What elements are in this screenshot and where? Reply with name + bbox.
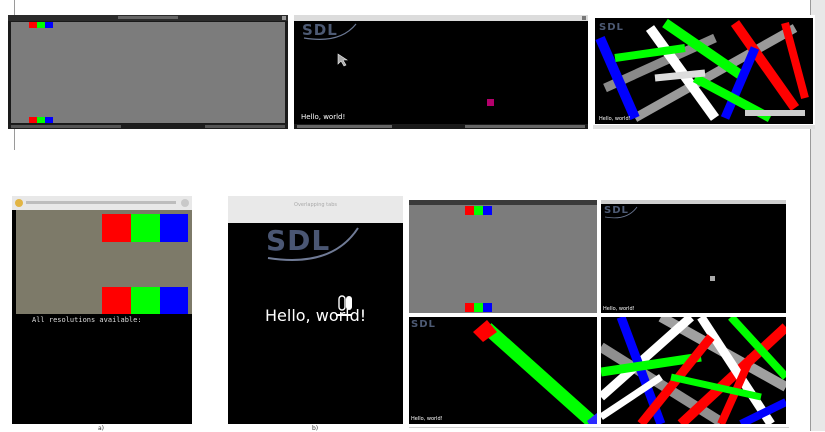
gray-canvas xyxy=(11,22,285,123)
taskbar-tray xyxy=(465,125,585,128)
switch-logo-label xyxy=(336,314,352,316)
overlay-header-text: Overlapping tabs xyxy=(294,202,337,208)
blue-swatch-top xyxy=(45,22,53,28)
red-swatch-top xyxy=(29,22,37,28)
grid-bottom-border xyxy=(409,427,789,428)
window-title-text xyxy=(26,201,176,204)
red-swatch-bottom xyxy=(29,117,37,123)
green-swatch-bottom xyxy=(474,303,483,312)
bars-drawing xyxy=(595,18,809,122)
olive-canvas xyxy=(16,210,192,314)
blue-swatch-bottom xyxy=(483,303,492,312)
bars-canvas: SDL Hello, world! xyxy=(595,18,813,124)
blue-swatch-top xyxy=(483,206,492,215)
red-swatch-bottom xyxy=(102,287,131,314)
taskbar xyxy=(8,124,288,129)
screenshot-sdl-hello: SDL Hello, world! xyxy=(294,15,588,129)
taskbar-tray xyxy=(205,125,285,128)
green-swatch-bottom xyxy=(37,117,45,123)
taskbar-items xyxy=(297,125,392,128)
window-titlebar xyxy=(409,200,597,205)
sdl-logo: SDL xyxy=(411,319,436,330)
green-swatch-top xyxy=(474,206,483,215)
switch-logo-icon xyxy=(487,99,494,106)
window-titlebar xyxy=(12,196,192,210)
resolutions-text: All resolutions available: xyxy=(32,316,142,324)
sdl-logo-swoosh xyxy=(303,23,357,40)
hello-world-text: Hello, world! xyxy=(603,306,635,312)
taskbar-items xyxy=(11,125,121,128)
window-title-text xyxy=(118,16,178,19)
screenshot-3d-bars: SDL Hello, world! xyxy=(593,15,815,129)
switch-logo-icon xyxy=(338,295,352,311)
app-icon xyxy=(15,199,23,207)
sdl-logo-swoosh xyxy=(267,227,359,261)
red-swatch-top xyxy=(102,214,131,242)
grid-gray-window xyxy=(409,200,597,313)
mouse-cursor-icon xyxy=(337,53,348,67)
screenshot-gray-window xyxy=(8,15,288,129)
sdl-logo: SDL xyxy=(599,22,624,33)
close-icon[interactable] xyxy=(282,16,286,20)
diagonal-bar-drawing xyxy=(473,320,597,424)
grid-diagonal-bar: SDL Hello, world! xyxy=(409,317,597,424)
green-swatch-top xyxy=(37,22,45,28)
close-icon[interactable] xyxy=(582,16,586,20)
switch-logo-icon xyxy=(710,276,715,281)
taskbar xyxy=(294,124,588,129)
hello-world-text: Hello, world! xyxy=(599,116,631,122)
green-swatch-bottom xyxy=(131,287,160,314)
red-swatch-bottom xyxy=(465,303,474,312)
blue-swatch-bottom xyxy=(160,287,188,314)
taskbar xyxy=(593,125,815,129)
grid-sdl-hello: SDL Hello, world! xyxy=(601,200,786,313)
sdl-logo-swoosh xyxy=(604,206,638,219)
red-swatch-top xyxy=(465,206,474,215)
green-swatch-top xyxy=(131,214,160,242)
hello-world-text: Hello, world! xyxy=(301,113,346,121)
window-titlebar xyxy=(8,15,288,21)
grid-many-bars xyxy=(601,317,786,424)
screenshot-resolutions: All resolutions available: xyxy=(12,196,192,424)
close-icon[interactable] xyxy=(181,199,189,207)
blue-swatch-top xyxy=(160,214,188,242)
blue-swatch-bottom xyxy=(45,117,53,123)
screenshot-switch-hello: Overlapping tabs SDL Hello, world! xyxy=(228,196,403,424)
overlay-header: Overlapping tabs xyxy=(228,196,403,223)
many-bars-drawing xyxy=(601,317,786,424)
hello-world-text: Hello, world! xyxy=(411,416,443,422)
